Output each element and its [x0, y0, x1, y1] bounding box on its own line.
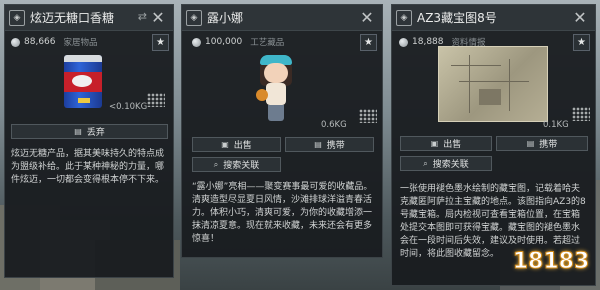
coin-icon [192, 37, 201, 47]
item-type-icon: ◈ [9, 9, 25, 26]
sell-button[interactable]: ▣ 出售 [192, 137, 281, 152]
search-button-label: 搜索关联 [223, 161, 260, 171]
search-button-label: 搜索关联 [432, 160, 469, 170]
search-icon: ⌕ [423, 158, 428, 168]
search-icon: ⌕ [213, 159, 219, 169]
panel-header: ◈ 露小娜 ✕ [182, 5, 382, 31]
item-type-icon: ◈ [186, 9, 202, 26]
item-category: 工艺藏品 [250, 38, 285, 48]
item-title: 露小娜 [207, 11, 244, 25]
coin-icon [399, 37, 408, 47]
item-description: “露小娜”亮相——聚变赛事最可爱的收藏品。清爽造型尽显夏日风情，沙滩排球洋溢青春… [192, 182, 373, 244]
doll-item-image [254, 49, 298, 123]
item-category: 家居物品 [63, 38, 98, 48]
price-row: 88,666 家居物品 [11, 36, 98, 48]
star-icon[interactable]: ★ [152, 34, 169, 51]
treasure-map-item-image [438, 46, 548, 122]
sell-icon: ▣ [430, 139, 439, 148]
item-weight: <0.10KG [109, 102, 148, 112]
item-weight: 0.1KG [543, 120, 569, 130]
carry-icon: ▤ [314, 140, 322, 149]
weight-grid-icon [359, 109, 377, 123]
star-icon[interactable]: ★ [573, 34, 590, 51]
discard-button-label: 丢弃 [86, 128, 105, 138]
item-panel-gum: ◈ 炫迈无糖口香糖 ⇄ ✕ 88,666 家居物品 ★ <0.10KG ▤ 丢弃… [4, 4, 174, 278]
sell-button-label: 出售 [233, 141, 252, 151]
sell-button[interactable]: ▣ 出售 [400, 136, 492, 151]
panel-header: ◈ 炫迈无糖口香糖 ⇄ ✕ [5, 5, 173, 31]
panel-header: ◈ AZ3藏宝图8号 ✕ [392, 5, 595, 31]
search-related-button[interactable]: ⌕ 搜索关联 [192, 157, 281, 172]
carry-button[interactable]: ▤ 携带 [285, 137, 374, 152]
item-title: AZ3藏宝图8号 [417, 11, 497, 25]
close-icon[interactable]: ✕ [358, 9, 376, 27]
carry-icon: ▤ [526, 139, 535, 148]
trash-icon: ▤ [74, 127, 82, 136]
site-watermark-logo: 18183 [512, 248, 590, 274]
coin-icon [11, 37, 20, 47]
close-icon[interactable]: ✕ [571, 9, 589, 27]
close-icon[interactable]: ✕ [149, 9, 167, 27]
item-price: 88,666 [24, 37, 56, 47]
item-type-icon: ◈ [396, 9, 412, 26]
star-icon[interactable]: ★ [360, 34, 377, 51]
search-related-button[interactable]: ⌕ 搜索关联 [400, 156, 492, 171]
compare-icon[interactable]: ⇄ [138, 10, 147, 23]
item-price: 100,000 [205, 37, 243, 47]
item-description: 炫迈无糖产品，据其美味持久的特点成为盟级补给。此于某种神秘的力量，哪件炫迈，一切… [11, 149, 165, 185]
sell-button-label: 出售 [443, 140, 462, 150]
gum-item-image [64, 55, 102, 108]
carry-button-label: 携带 [539, 140, 558, 150]
item-title: 炫迈无糖口香糖 [30, 11, 115, 25]
carry-button-label: 携带 [326, 141, 345, 151]
sell-icon: ▣ [221, 140, 229, 149]
item-weight: 0.6KG [321, 120, 347, 130]
weight-grid-icon [572, 107, 590, 121]
price-row: 100,000 工艺藏品 [192, 36, 284, 48]
carry-button[interactable]: ▤ 携带 [496, 136, 588, 151]
discard-button[interactable]: ▤ 丢弃 [11, 124, 168, 139]
weight-grid-icon [147, 93, 165, 107]
item-panel-doll: ◈ 露小娜 ✕ 100,000 工艺藏品 ★ 0.6KG ▣ 出售 ▤ 携带 ⌕… [181, 4, 383, 258]
